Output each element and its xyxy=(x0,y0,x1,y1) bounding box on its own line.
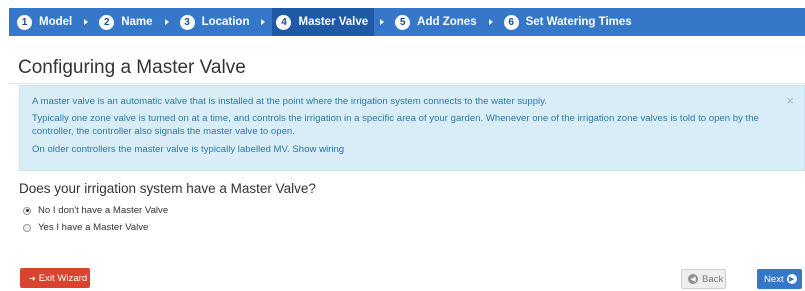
wizard-steps: 1 Model 2 Name 3 Location 4 Master Valve… xyxy=(9,8,805,36)
chevron-right-icon xyxy=(261,19,266,25)
step-number: 5 xyxy=(395,14,411,30)
step-number: 2 xyxy=(99,14,115,30)
wizard-steps-bar: 1 Model 2 Name 3 Location 4 Master Valve… xyxy=(0,0,805,40)
step-model[interactable]: 1 Model xyxy=(13,8,78,36)
step-name[interactable]: 2 Name xyxy=(95,8,158,36)
back-label: Back xyxy=(702,273,724,285)
info-text-3-prefix: On older controllers the master valve is… xyxy=(32,144,290,155)
step-master-valve[interactable]: 4 Master Valve xyxy=(272,8,375,36)
chevron-right-icon xyxy=(488,19,493,25)
info-text-3: On older controllers the master valve is… xyxy=(32,143,344,156)
step-label: Master Valve xyxy=(298,16,369,28)
back-button[interactable]: ◀ Back xyxy=(681,269,726,289)
arrow-right-circle-icon: ▶ xyxy=(786,274,797,284)
exit-icon: ➜ xyxy=(29,273,36,283)
master-valve-question: Does your irrigation system have a Maste… xyxy=(19,181,316,196)
show-wiring-link[interactable]: Show wiring xyxy=(292,144,344,155)
exit-wizard-label: Exit Wizard xyxy=(38,272,88,284)
radio-label[interactable]: Yes I have a Master Valve xyxy=(38,222,148,233)
step-set-watering-times[interactable]: 6 Set Watering Times xyxy=(500,8,638,36)
step-number: 4 xyxy=(276,14,292,30)
radio-button[interactable] xyxy=(23,206,31,215)
step-number: 3 xyxy=(179,14,195,30)
page-title: Configuring a Master Valve xyxy=(18,57,246,78)
step-label: Add Zones xyxy=(417,16,477,28)
info-text-1: A master valve is an automatic valve tha… xyxy=(32,96,547,107)
info-text-2: Typically one zone valve is turned on at… xyxy=(32,113,759,137)
chevron-right-icon xyxy=(84,19,89,25)
chevron-right-icon xyxy=(380,19,385,25)
radio-button[interactable] xyxy=(23,223,31,232)
step-label: Set Watering Times xyxy=(525,16,632,28)
step-location[interactable]: 3 Location xyxy=(176,8,256,36)
radio-no-master-valve[interactable]: No I don't have a Master Valve xyxy=(23,205,168,216)
step-label: Name xyxy=(121,16,153,28)
divider xyxy=(9,83,805,84)
next-label: Next xyxy=(764,273,784,285)
chevron-right-icon xyxy=(164,19,169,25)
exit-wizard-button[interactable]: ➜ Exit Wizard xyxy=(20,268,90,288)
step-number: 6 xyxy=(503,14,519,30)
next-button[interactable]: Next ▶ xyxy=(757,269,802,289)
step-label: Location xyxy=(201,16,250,28)
radio-yes-master-valve[interactable]: Yes I have a Master Valve xyxy=(23,222,148,233)
step-number: 1 xyxy=(17,14,32,30)
arrow-left-circle-icon: ◀ xyxy=(688,274,698,284)
step-add-zones[interactable]: 5 Add Zones xyxy=(391,8,482,36)
step-label: Model xyxy=(39,16,73,28)
info-alert: × A master valve is an automatic valve t… xyxy=(19,85,805,171)
radio-label[interactable]: No I don't have a Master Valve xyxy=(38,205,168,216)
close-icon[interactable]: × xyxy=(786,94,794,107)
